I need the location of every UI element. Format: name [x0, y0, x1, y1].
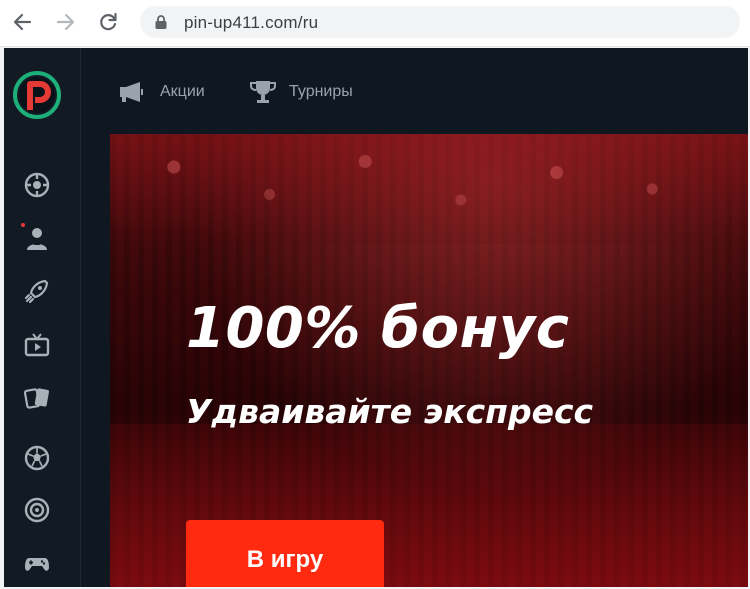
sidebar-item-card-games[interactable] [22, 383, 52, 413]
stadium-crowd-backdrop [110, 134, 748, 244]
notification-dot [21, 223, 25, 227]
tv-icon [24, 333, 50, 357]
lock-icon [155, 15, 167, 29]
sidebar-item-crash-games[interactable] [22, 276, 52, 306]
nav-promotions-label: Акции [160, 83, 205, 100]
promo-banner[interactable]: 100% бонус Удваивайте экспресс В игру [110, 134, 748, 587]
cards-icon [23, 388, 49, 409]
megaphone-icon [120, 82, 143, 102]
browser-toolbar: pin-up411.com/ru [0, 0, 750, 47]
back-button[interactable] [8, 8, 36, 36]
pinup-logo[interactable] [12, 70, 62, 120]
forward-button[interactable] [52, 8, 80, 36]
sidebar-item-esports[interactable] [22, 548, 52, 578]
sidebar-item-target[interactable] [22, 495, 52, 525]
sidebar-item-live-dealer[interactable] [21, 223, 52, 253]
live-dealer-icon [27, 228, 47, 250]
address-bar[interactable]: pin-up411.com/ru [140, 6, 740, 38]
nav-tournaments-label: Турниры [289, 83, 353, 100]
gamepad-icon [25, 558, 49, 571]
football-icon [24, 445, 50, 471]
url-text: pin-up411.com/ru [184, 13, 319, 32]
banner-headline: 100% бонус [186, 296, 570, 361]
sidebar-item-football[interactable] [22, 443, 52, 473]
play-button[interactable]: В игру [186, 520, 384, 587]
trophy-icon [250, 81, 276, 103]
rocket-icon [24, 279, 49, 304]
app-window: Акции Турниры 100% бонус Удваивайте эксп… [4, 48, 748, 587]
nav-tournaments[interactable]: Турниры [249, 76, 353, 108]
sports-icon [24, 172, 50, 198]
top-navigation: Акции Турниры [81, 48, 748, 134]
back-arrow-icon [13, 13, 32, 31]
sidebar [4, 48, 81, 587]
forward-arrow-icon [56, 13, 75, 31]
sidebar-item-tv-games[interactable] [22, 330, 52, 360]
target-icon [24, 497, 50, 523]
sidebar-item-sports[interactable] [22, 170, 52, 200]
nav-promotions[interactable]: Акции [118, 76, 205, 108]
reload-button[interactable] [94, 8, 122, 36]
reload-icon [100, 12, 117, 31]
banner-subline: Удваивайте экспресс [186, 392, 594, 431]
